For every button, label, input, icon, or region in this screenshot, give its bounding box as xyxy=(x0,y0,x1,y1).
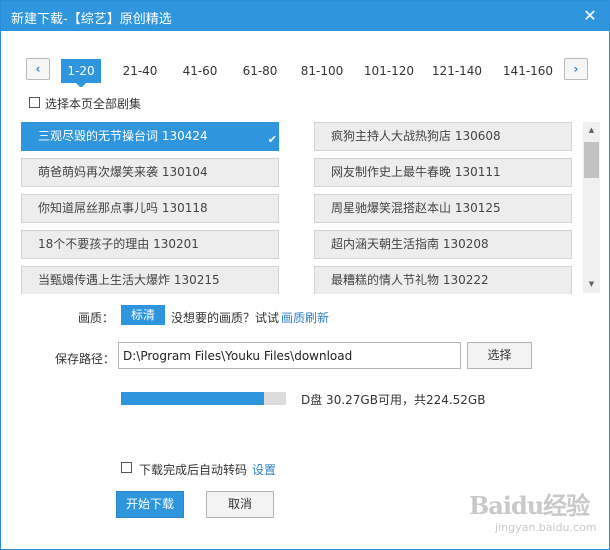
range-tab[interactable]: 21-40 xyxy=(116,59,164,83)
quality-label: 画质： xyxy=(78,311,115,325)
chevron-left-icon: ‹ xyxy=(35,62,41,76)
disk-usage-fill xyxy=(121,392,264,405)
next-page-button[interactable]: › xyxy=(564,58,588,80)
quality-refresh-link[interactable]: 画质刷新 xyxy=(281,309,329,326)
range-tabs: 1-20 21-40 41-60 61-80 81-100 101-120 121-140 1… xyxy=(61,59,559,87)
episode-title: 当甄嬛传遇上生活大爆炸 130215 xyxy=(38,273,220,287)
episode-item[interactable]: 周星驰爆笑混搭赵本山 130125 xyxy=(314,194,572,223)
range-tab[interactable]: 1-20 xyxy=(61,59,101,87)
range-tab[interactable]: 121-140 xyxy=(429,59,485,83)
select-all-checkbox[interactable] xyxy=(29,97,40,108)
scrollbar-thumb[interactable] xyxy=(584,142,599,178)
episode-title: 18个不要孩子的理由 130201 xyxy=(38,237,199,251)
range-tab[interactable]: 41-60 xyxy=(176,59,224,83)
download-dialog: 新建下载-【综艺】原创精选 ✕ ‹ 1-20 21-40 41-60 61-80 81-… xyxy=(0,0,610,550)
episode-title: 萌爸萌妈再次爆笑来袭 130104 xyxy=(38,165,208,179)
baidu-watermark: Baidu经验 jingyan.baidu.com xyxy=(469,484,599,542)
auto-transcode-label[interactable]: 下载完成后自动转码 xyxy=(139,461,247,478)
episode-item[interactable]: 18个不要孩子的理由 130201 xyxy=(21,230,279,259)
episode-item[interactable]: 你知道屌丝那点事儿吗 130118 xyxy=(21,194,279,223)
episode-title: 超内涵天朝生活指南 130208 xyxy=(331,237,489,251)
episode-item[interactable]: 超内涵天朝生活指南 130208 xyxy=(314,230,572,259)
window-title: 新建下载-【综艺】原创精选 xyxy=(11,12,172,27)
prev-page-button[interactable]: ‹ xyxy=(26,58,50,80)
episode-list: 三观尽毁的无节操台词 130424 ✔ 疯狗主持人大战热狗店 130608 萌爸萌妈再… xyxy=(21,118,601,294)
episode-item[interactable]: 网友制作史上最牛春晚 130111 xyxy=(314,158,572,187)
episode-item[interactable]: 萌爸萌妈再次爆笑来袭 130104 xyxy=(21,158,279,187)
scroll-up-icon[interactable]: ▲ xyxy=(583,122,600,139)
checkmark-icon: ✔ xyxy=(267,133,277,146)
episode-title: 周星驰爆笑混搭赵本山 130125 xyxy=(331,201,501,215)
range-tab[interactable]: 61-80 xyxy=(236,59,284,83)
episode-item[interactable]: 三观尽毁的无节操台词 130424 ✔ xyxy=(21,122,279,151)
episode-title: 最糟糕的情人节礼物 130222 xyxy=(331,273,489,287)
transcode-settings-link[interactable]: 设置 xyxy=(252,461,276,478)
episode-item[interactable]: 当甄嬛传遇上生活大爆炸 130215 xyxy=(21,266,279,294)
quality-option-standard[interactable]: 标清 xyxy=(121,305,165,325)
episode-title: 三观尽毁的无节操台词 130424 xyxy=(38,129,208,143)
start-download-button[interactable]: 开始下载 xyxy=(116,491,184,518)
auto-transcode-checkbox[interactable] xyxy=(121,462,132,473)
quality-hint: 没想要的画质？试试 xyxy=(171,311,280,325)
chevron-right-icon: › xyxy=(573,62,579,76)
episode-item[interactable]: 疯狗主持人大战热狗店 130608 xyxy=(314,122,572,151)
range-tab[interactable]: 101-120 xyxy=(361,59,417,83)
range-tab[interactable]: 81-100 xyxy=(296,59,348,83)
disk-usage-bar xyxy=(121,392,286,405)
choose-path-button[interactable]: 选择 xyxy=(467,342,532,369)
title-bar[interactable]: 新建下载-【综艺】原创精选 ✕ xyxy=(1,1,609,31)
episode-list-scrollbar[interactable]: ▲ ▼ xyxy=(583,122,600,293)
select-all-label[interactable]: 选择本页全部剧集 xyxy=(45,95,141,112)
save-path-input[interactable] xyxy=(118,342,461,369)
disk-space-info: D盘 30.27GB可用，共224.52GB xyxy=(301,393,486,407)
scroll-down-icon[interactable]: ▼ xyxy=(583,276,600,293)
save-path-label: 保存路径： xyxy=(55,352,116,366)
watermark-logo-text: Baidu经验 xyxy=(469,491,590,520)
episode-title: 你知道屌丝那点事儿吗 130118 xyxy=(38,201,208,215)
watermark-url: jingyan.baidu.com xyxy=(495,521,597,534)
episode-title: 疯狗主持人大战热狗店 130608 xyxy=(331,129,501,143)
range-tab[interactable]: 141-160 xyxy=(498,59,558,83)
episode-title: 网友制作史上最牛春晚 130111 xyxy=(331,165,501,179)
episode-item[interactable]: 最糟糕的情人节礼物 130222 xyxy=(314,266,572,294)
close-icon[interactable]: ✕ xyxy=(579,5,601,27)
cancel-button[interactable]: 取消 xyxy=(206,491,274,518)
